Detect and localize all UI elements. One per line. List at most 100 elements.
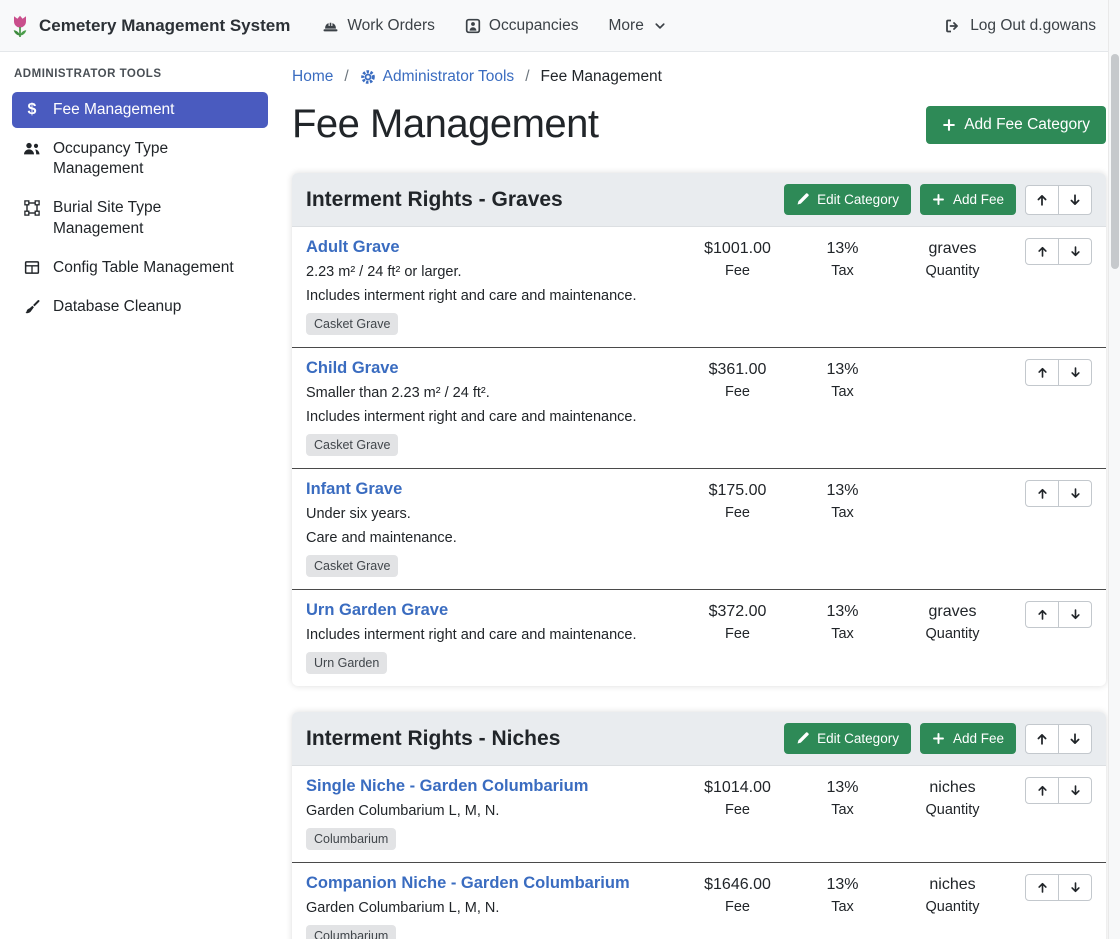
add-fee-button[interactable]: Add Fee xyxy=(920,184,1016,215)
fee-type-badge: Casket Grave xyxy=(306,313,398,335)
fee-type-badge: Columbarium xyxy=(306,925,396,939)
move-fee-down-button[interactable] xyxy=(1058,359,1092,386)
main-nav: Work Orders Occupancies More xyxy=(322,17,666,35)
sidebar-item-fee-management[interactable]: $ Fee Management xyxy=(12,92,268,128)
fee-reorder-buttons xyxy=(1010,874,1092,901)
nav-work-orders[interactable]: Work Orders xyxy=(322,17,435,35)
arrow-up-icon xyxy=(1035,732,1049,746)
move-category-up-button[interactable] xyxy=(1025,185,1059,215)
breadcrumb-separator: / xyxy=(525,68,529,86)
fee-quantity-cell: niches Quantity xyxy=(895,874,1010,915)
nav-more[interactable]: More xyxy=(609,17,666,35)
fee-description: Includes interment right and care and ma… xyxy=(306,286,675,307)
add-fee-category-button[interactable]: Add Fee Category xyxy=(926,106,1106,144)
move-fee-up-button[interactable] xyxy=(1025,601,1059,628)
fee-amount-cell: $361.00 Fee xyxy=(685,359,790,400)
page-header: Fee Management Add Fee Category xyxy=(292,102,1106,147)
add-fee-button[interactable]: Add Fee xyxy=(920,723,1016,754)
fee-quantity-cell: niches Quantity xyxy=(895,777,1010,818)
fee-details: Infant Grave Under six years.Care and ma… xyxy=(306,480,685,577)
plus-icon xyxy=(932,732,945,745)
breadcrumb-current: Fee Management xyxy=(541,68,663,86)
fee-amount-label: Fee xyxy=(685,899,790,915)
fee-details: Single Niche - Garden Columbarium Garden… xyxy=(306,777,685,850)
sidebar: ADMINISTRATOR TOOLS $ Fee Management Occ… xyxy=(0,52,280,328)
sidebar-item-burial-site-type-management[interactable]: Burial Site Type Management xyxy=(12,190,268,246)
pencil-icon xyxy=(796,193,809,206)
fee-reorder-buttons xyxy=(1010,601,1092,628)
category-header: Interment Rights - Niches Edit Category … xyxy=(292,712,1106,766)
category-header: Interment Rights - Graves Edit Category … xyxy=(292,173,1106,227)
fee-tax: 13% xyxy=(790,240,895,258)
fee-quantity-label: Quantity xyxy=(895,263,1010,279)
fee-amount-cell: $1014.00 Fee xyxy=(685,777,790,818)
fee-tax-label: Tax xyxy=(790,505,895,521)
fee-name-link[interactable]: Single Niche - Garden Columbarium xyxy=(306,777,588,796)
arrow-down-icon xyxy=(1069,366,1082,379)
fee-tax-label: Tax xyxy=(790,626,895,642)
fee-reorder-buttons xyxy=(1010,359,1092,386)
occupant-frame-icon xyxy=(465,18,481,34)
move-fee-up-button[interactable] xyxy=(1025,238,1059,265)
move-category-up-button[interactable] xyxy=(1025,724,1059,754)
move-fee-down-button[interactable] xyxy=(1058,480,1092,507)
sidebar-item-database-cleanup[interactable]: Database Cleanup xyxy=(12,289,268,325)
scrollbar-thumb[interactable] xyxy=(1111,54,1119,269)
arrow-down-icon xyxy=(1068,732,1082,746)
app-brand[interactable]: Cemetery Management System xyxy=(10,13,290,39)
fee-type-badge: Urn Garden xyxy=(306,652,387,674)
fee-amount-label: Fee xyxy=(685,802,790,818)
fee-details: Urn Garden Grave Includes interment righ… xyxy=(306,601,685,674)
sidebar-item-config-table-management[interactable]: Config Table Management xyxy=(12,250,268,286)
fee-amount-label: Fee xyxy=(685,384,790,400)
fee-amount-cell: $175.00 Fee xyxy=(685,480,790,521)
fee-tax-cell: 13% Tax xyxy=(790,480,895,521)
nav-occupancies[interactable]: Occupancies xyxy=(465,17,579,35)
fee-descriptions: 2.23 m² / 24 ft² or larger.Includes inte… xyxy=(306,262,675,307)
fee-tax-cell: 13% Tax xyxy=(790,359,895,400)
fee-amount: $372.00 xyxy=(685,603,790,621)
category-title: Interment Rights - Niches xyxy=(306,727,775,751)
fee-amount: $175.00 xyxy=(685,482,790,500)
hard-hat-icon xyxy=(322,18,339,34)
fee-name-link[interactable]: Infant Grave xyxy=(306,480,402,499)
fee-amount: $1014.00 xyxy=(685,779,790,797)
move-fee-down-button[interactable] xyxy=(1058,777,1092,804)
edit-category-button[interactable]: Edit Category xyxy=(784,184,911,215)
arrow-up-icon xyxy=(1036,608,1049,621)
fee-name-link[interactable]: Urn Garden Grave xyxy=(306,601,448,620)
arrow-down-icon xyxy=(1069,245,1082,258)
logout-link[interactable]: Log Out d.gowans xyxy=(944,17,1096,35)
move-category-down-button[interactable] xyxy=(1058,724,1092,754)
move-fee-up-button[interactable] xyxy=(1025,777,1059,804)
move-fee-down-button[interactable] xyxy=(1058,238,1092,265)
fee-list: Adult Grave 2.23 m² / 24 ft² or larger.I… xyxy=(292,227,1106,686)
scrollbar[interactable] xyxy=(1108,0,1120,939)
main-content: Home / Administrator Tools / Fee Managem… xyxy=(280,52,1120,939)
fee-name-link[interactable]: Companion Niche - Garden Columbarium xyxy=(306,874,630,893)
move-category-down-button[interactable] xyxy=(1058,185,1092,215)
fee-tax-cell: 13% Tax xyxy=(790,777,895,818)
fee-quantity-label: Quantity xyxy=(895,899,1010,915)
breadcrumb-administrator-tools[interactable]: Administrator Tools xyxy=(360,68,515,86)
fee-quantity-cell: graves Quantity xyxy=(895,238,1010,279)
move-fee-up-button[interactable] xyxy=(1025,359,1059,386)
move-fee-down-button[interactable] xyxy=(1058,601,1092,628)
move-fee-up-button[interactable] xyxy=(1025,874,1059,901)
fee-descriptions: Garden Columbarium L, M, N. xyxy=(306,801,675,822)
fee-name-link[interactable]: Child Grave xyxy=(306,359,399,378)
move-fee-down-button[interactable] xyxy=(1058,874,1092,901)
fee-name-link[interactable]: Adult Grave xyxy=(306,238,400,257)
fee-description: Smaller than 2.23 m² / 24 ft². xyxy=(306,383,675,404)
fee-type-badge: Casket Grave xyxy=(306,555,398,577)
breadcrumb-separator: / xyxy=(344,68,348,86)
move-fee-up-button[interactable] xyxy=(1025,480,1059,507)
fee-tax-cell: 13% Tax xyxy=(790,601,895,642)
fee-row: Child Grave Smaller than 2.23 m² / 24 ft… xyxy=(292,347,1106,468)
edit-category-button[interactable]: Edit Category xyxy=(784,723,911,754)
fee-category-card: Interment Rights - Graves Edit Category … xyxy=(292,173,1106,686)
fee-row: Infant Grave Under six years.Care and ma… xyxy=(292,468,1106,589)
breadcrumb-home[interactable]: Home xyxy=(292,68,333,86)
broom-icon xyxy=(22,299,42,315)
sidebar-item-occupancy-type-management[interactable]: Occupancy Type Management xyxy=(12,131,268,187)
